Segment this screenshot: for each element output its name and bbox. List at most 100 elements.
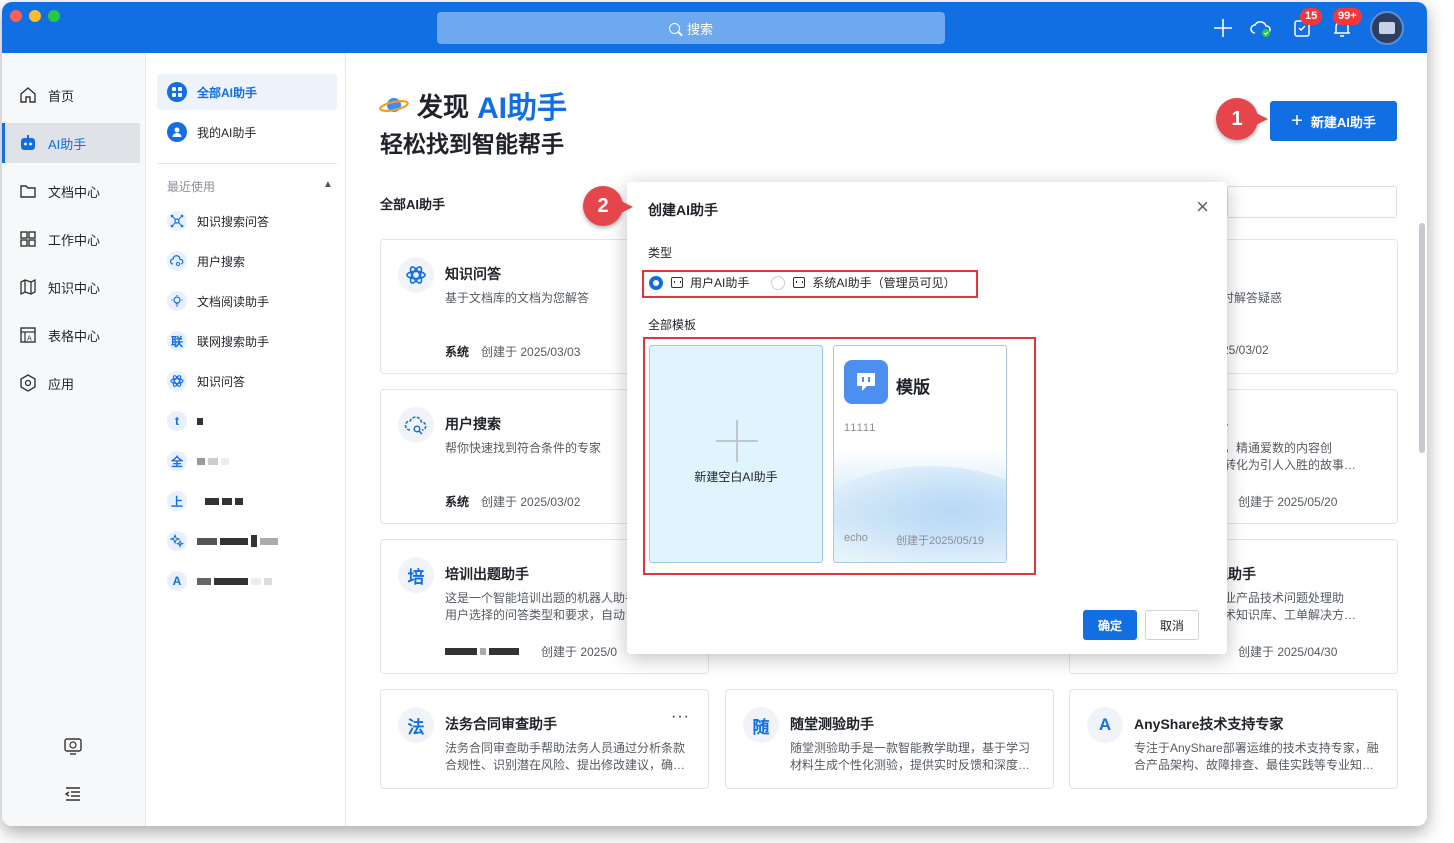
lightbulb-icon	[167, 291, 187, 311]
home-icon	[18, 85, 38, 105]
recent-item-redacted[interactable]: 全	[157, 443, 337, 479]
nav-item-apps[interactable]: 应用	[2, 363, 140, 403]
card-description: 专注于AnyShare部署运维的技术支持专家，融 合产品架构、故障排查、最佳实践…	[1134, 741, 1379, 772]
nav-item-label: 首页	[48, 88, 75, 104]
type-label: 类型	[648, 246, 673, 260]
card-meta: 创建于 2025/04/30	[1238, 643, 1337, 660]
card-owner: 系统	[445, 345, 470, 359]
dialog-title: 创建AI助手	[648, 202, 718, 218]
recent-item[interactable]: 用户搜索	[157, 243, 337, 279]
assistant-card[interactable]: A AnyShare技术支持专家 专注于AnyShare部署运维的技术支持专家，…	[1069, 689, 1398, 789]
card-meta: 创建于 2025/05/20	[1238, 493, 1337, 510]
redacted-label	[197, 535, 278, 547]
nav-item-home[interactable]: 首页	[2, 75, 140, 115]
apps-grid-icon	[167, 82, 187, 102]
card-meta: 创建于 2025/0	[445, 643, 617, 660]
app-icon	[18, 373, 38, 393]
app-window: 搜索 15 99+ 首页 AI助手 文档中心 工作中心 知识中心 A 表格中心 …	[2, 2, 1427, 826]
recent-item-redacted[interactable]: A	[157, 563, 337, 599]
close-icon[interactable]: ×	[1196, 194, 1209, 220]
nav-item-label: 应用	[48, 376, 75, 392]
global-search-bar[interactable]: 搜索	[437, 12, 945, 44]
recent-item-redacted[interactable]	[157, 523, 337, 559]
card-date: 创建于 2025/0	[541, 645, 618, 659]
nav-item-label: 文档中心	[48, 184, 101, 200]
robot-icon	[18, 133, 38, 153]
assistant-letter-icon: 上	[167, 491, 187, 511]
new-assistant-label: 新建AI助手	[1310, 114, 1376, 130]
nav-item-tables[interactable]: A 表格中心	[2, 315, 140, 355]
recent-item[interactable]: 文档阅读助手	[157, 283, 337, 319]
new-assistant-button[interactable]: + 新建AI助手	[1270, 101, 1397, 141]
create-assistant-dialog: 创建AI助手 × 类型 用户AI助手 系统AI助手（管理员可见） 全部模板 新建…	[627, 182, 1227, 654]
cloud-search-icon	[398, 407, 434, 443]
card-meta: 系统 创建于 2025/03/03	[445, 343, 580, 360]
card-description: 顾问，精通爱数的内容创 信息转化为引人入胜的故事…	[1200, 441, 1357, 472]
title-prefix: 发现	[417, 91, 470, 122]
subnav-label: 我的AI助手	[197, 125, 257, 140]
recent-item-label: 用户搜索	[197, 254, 246, 269]
cloud-sync-icon[interactable]	[1249, 16, 1273, 40]
redacted-label	[205, 497, 243, 505]
assistant-glyph-icon: 法	[398, 707, 434, 743]
nav-item-ai-assistant[interactable]: AI助手	[2, 123, 140, 163]
nav-item-documents[interactable]: 文档中心	[2, 171, 140, 211]
folder-icon	[18, 181, 38, 201]
atom-icon	[398, 257, 434, 293]
redacted-label	[197, 577, 272, 585]
more-options-icon[interactable]: ···	[671, 708, 690, 726]
chevron-up-icon[interactable]: ▲	[323, 179, 333, 190]
card-name: 法务合同审查助手	[445, 716, 557, 732]
recent-item-redacted[interactable]: t	[157, 403, 337, 439]
redacted-label	[197, 417, 203, 425]
network-icon	[167, 211, 187, 231]
nav-item-knowledge[interactable]: 知识中心	[2, 267, 140, 307]
assistant-card[interactable]: 法 法务合同审查助手 ··· 法务合同审查助手帮助法务人员通过分析条款 合规性、…	[380, 689, 709, 789]
assistant-letter-icon: t	[167, 411, 187, 431]
scrollbar-thumb[interactable]	[1419, 223, 1425, 453]
nav-item-label: 表格中心	[48, 328, 101, 344]
add-icon[interactable]	[1211, 16, 1235, 40]
tasks-badge: 15	[1300, 8, 1323, 25]
assistant-subnav: 全部AI助手 我的AI助手 最近使用 ▲ 知识搜索问答 用户搜索 文档阅读助手 …	[147, 53, 346, 826]
assistant-glyph-icon: 培	[398, 557, 434, 593]
assistant-search-input[interactable]	[1227, 186, 1397, 218]
card-name: 用户搜索	[445, 416, 501, 432]
minimize-window-button[interactable]	[29, 10, 41, 22]
search-label: 搜索	[686, 21, 713, 37]
subnav-label: 全部AI助手	[197, 85, 258, 100]
assistant-letter-icon: A	[167, 571, 187, 591]
page-title: 发现 AI助手	[379, 83, 567, 127]
recent-item-label: 知识搜索问答	[197, 214, 270, 229]
subnav-my-assistants[interactable]: 我的AI助手	[157, 114, 337, 150]
maximize-window-button[interactable]	[48, 10, 60, 22]
assistant-card[interactable]: 随 随堂测验助手 随堂测验助手是一款智能教学助理，基于学习 材料生成个性化测验，…	[725, 689, 1054, 789]
card-owner: 系统	[445, 495, 470, 509]
recent-item-label: 知识问答	[197, 374, 246, 389]
recent-item-label: 联网搜索助手	[197, 334, 270, 349]
nav-item-workspace[interactable]: 工作中心	[2, 219, 140, 259]
recent-item[interactable]: 联 联网搜索助手	[157, 323, 337, 359]
recent-item-redacted[interactable]: 上	[157, 483, 337, 519]
planet-logo-icon	[379, 94, 409, 116]
sync-settings-icon[interactable]	[62, 735, 84, 757]
sparkle-icon	[167, 531, 187, 551]
close-window-button[interactable]	[10, 10, 22, 22]
subnav-all-assistants[interactable]: 全部AI助手	[157, 74, 337, 110]
card-date: 创建于 2025/05/20	[1238, 495, 1338, 509]
user-avatar[interactable]	[1370, 11, 1404, 45]
card-meta: 系统 创建于 2025/03/02	[445, 493, 580, 510]
web-search-glyph-icon: 联	[167, 331, 187, 351]
cancel-button[interactable]: 取消	[1145, 610, 1199, 640]
recent-item[interactable]: 知识搜索问答	[157, 203, 337, 239]
nav-item-label: 工作中心	[48, 232, 101, 248]
card-name: 培训出题助手	[445, 566, 529, 582]
card-name: 知识问答	[445, 266, 501, 282]
card-description: 法务合同审查助手帮助法务人员通过分析条款 合规性、识别潜在风险、提出修改建议，确…	[445, 741, 686, 772]
card-date: 创建于 2025/03/03	[481, 345, 581, 359]
confirm-button[interactable]: 确定	[1083, 610, 1137, 640]
assistant-glyph-icon: 随	[743, 707, 779, 743]
recent-item[interactable]: 知识问答	[157, 363, 337, 399]
collapse-menu-icon[interactable]	[62, 783, 84, 805]
redacted-owner	[445, 648, 519, 655]
